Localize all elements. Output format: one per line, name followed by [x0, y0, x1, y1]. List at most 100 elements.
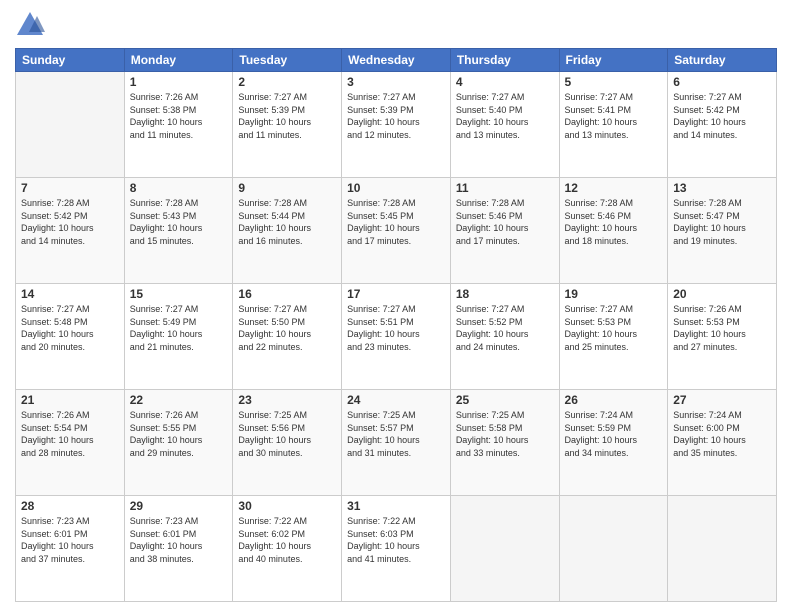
calendar-cell: 10Sunrise: 7:28 AM Sunset: 5:45 PM Dayli… — [342, 178, 451, 284]
day-info: Sunrise: 7:28 AM Sunset: 5:43 PM Dayligh… — [130, 197, 228, 247]
day-number: 3 — [347, 75, 445, 89]
logo-icon — [15, 10, 45, 40]
day-number: 17 — [347, 287, 445, 301]
day-info: Sunrise: 7:22 AM Sunset: 6:02 PM Dayligh… — [238, 515, 336, 565]
day-info: Sunrise: 7:23 AM Sunset: 6:01 PM Dayligh… — [130, 515, 228, 565]
calendar-cell: 27 Sunrise: 7:24 AM Sunset: 6:00 PM Dayli… — [668, 390, 777, 496]
weekday-header-friday: Friday — [559, 49, 668, 72]
calendar-cell: 30 Sunrise: 7:22 AM Sunset: 6:02 PM Dayli… — [233, 496, 342, 602]
calendar-cell: 26 Sunrise: 7:24 AM Sunset: 5:59 PM Dayli… — [559, 390, 668, 496]
calendar-cell — [559, 496, 668, 602]
calendar-cell: 25 Sunrise: 7:25 AM Sunset: 5:58 PM Dayli… — [450, 390, 559, 496]
day-number: 9 — [238, 181, 336, 195]
day-info: Sunrise: 7:27 AM Sunset: 5:39 PM Dayligh… — [238, 91, 336, 141]
day-info: Sunrise: 7:28 AM Sunset: 5:44 PM Dayligh… — [238, 197, 336, 247]
day-number: 1 — [130, 75, 228, 89]
day-info: Sunrise: 7:26 AM Sunset: 5:38 PM Dayligh… — [130, 91, 228, 141]
day-number: 7 — [21, 181, 119, 195]
weekday-header-saturday: Saturday — [668, 49, 777, 72]
weekday-header-thursday: Thursday — [450, 49, 559, 72]
day-info: Sunrise: 7:23 AM Sunset: 6:01 PM Dayligh… — [21, 515, 119, 565]
calendar-cell: 22Sunrise: 7:26 AM Sunset: 5:55 PM Dayli… — [124, 390, 233, 496]
day-number: 28 — [21, 499, 119, 513]
calendar-table: SundayMondayTuesdayWednesdayThursdayFrid… — [15, 48, 777, 602]
day-info: Sunrise: 7:24 AM Sunset: 5:59 PM Dayligh… — [565, 409, 663, 459]
day-info: Sunrise: 7:27 AM Sunset: 5:52 PM Dayligh… — [456, 303, 554, 353]
day-info: Sunrise: 7:27 AM Sunset: 5:50 PM Dayligh… — [238, 303, 336, 353]
day-number: 20 — [673, 287, 771, 301]
day-number: 18 — [456, 287, 554, 301]
day-info: Sunrise: 7:28 AM Sunset: 5:47 PM Dayligh… — [673, 197, 771, 247]
day-info: Sunrise: 7:27 AM Sunset: 5:53 PM Dayligh… — [565, 303, 663, 353]
day-info: Sunrise: 7:27 AM Sunset: 5:48 PM Dayligh… — [21, 303, 119, 353]
day-number: 15 — [130, 287, 228, 301]
day-number: 16 — [238, 287, 336, 301]
day-number: 14 — [21, 287, 119, 301]
day-info: Sunrise: 7:22 AM Sunset: 6:03 PM Dayligh… — [347, 515, 445, 565]
calendar-cell: 24 Sunrise: 7:25 AM Sunset: 5:57 PM Dayli… — [342, 390, 451, 496]
weekday-header-monday: Monday — [124, 49, 233, 72]
day-number: 23 — [238, 393, 336, 407]
calendar-cell: 12 Sunrise: 7:28 AM Sunset: 5:46 PM Dayli… — [559, 178, 668, 284]
day-info: Sunrise: 7:26 AM Sunset: 5:55 PM Dayligh… — [130, 409, 228, 459]
day-number: 21 — [21, 393, 119, 407]
calendar-cell: 18 Sunrise: 7:27 AM Sunset: 5:52 PM Dayli… — [450, 284, 559, 390]
calendar-cell: 7 Sunrise: 7:28 AM Sunset: 5:42 PM Daylig… — [16, 178, 125, 284]
day-info: Sunrise: 7:28 AM Sunset: 5:45 PM Dayligh… — [347, 197, 445, 247]
day-info: Sunrise: 7:25 AM Sunset: 5:56 PM Dayligh… — [238, 409, 336, 459]
calendar-cell: 6 Sunrise: 7:27 AM Sunset: 5:42 PM Daylig… — [668, 72, 777, 178]
calendar-cell: 3 Sunrise: 7:27 AM Sunset: 5:39 PM Daylig… — [342, 72, 451, 178]
calendar-cell: 21 Sunrise: 7:26 AM Sunset: 5:54 PM Dayli… — [16, 390, 125, 496]
calendar-cell: 16 Sunrise: 7:27 AM Sunset: 5:50 PM Dayli… — [233, 284, 342, 390]
calendar-cell: 13 Sunrise: 7:28 AM Sunset: 5:47 PM Dayli… — [668, 178, 777, 284]
day-info: Sunrise: 7:24 AM Sunset: 6:00 PM Dayligh… — [673, 409, 771, 459]
logo — [15, 10, 49, 40]
day-number: 12 — [565, 181, 663, 195]
day-info: Sunrise: 7:27 AM Sunset: 5:40 PM Dayligh… — [456, 91, 554, 141]
calendar-cell — [668, 496, 777, 602]
day-info: Sunrise: 7:25 AM Sunset: 5:57 PM Dayligh… — [347, 409, 445, 459]
day-info: Sunrise: 7:27 AM Sunset: 5:42 PM Dayligh… — [673, 91, 771, 141]
day-info: Sunrise: 7:25 AM Sunset: 5:58 PM Dayligh… — [456, 409, 554, 459]
day-info: Sunrise: 7:28 AM Sunset: 5:46 PM Dayligh… — [565, 197, 663, 247]
calendar-cell: 2Sunrise: 7:27 AM Sunset: 5:39 PM Daylig… — [233, 72, 342, 178]
day-number: 19 — [565, 287, 663, 301]
day-info: Sunrise: 7:27 AM Sunset: 5:49 PM Dayligh… — [130, 303, 228, 353]
calendar-cell: 14 Sunrise: 7:27 AM Sunset: 5:48 PM Dayli… — [16, 284, 125, 390]
day-number: 31 — [347, 499, 445, 513]
day-number: 24 — [347, 393, 445, 407]
day-number: 25 — [456, 393, 554, 407]
day-number: 29 — [130, 499, 228, 513]
calendar-cell: 23 Sunrise: 7:25 AM Sunset: 5:56 PM Dayli… — [233, 390, 342, 496]
day-number: 26 — [565, 393, 663, 407]
calendar-cell: 8 Sunrise: 7:28 AM Sunset: 5:43 PM Daylig… — [124, 178, 233, 284]
calendar-cell — [450, 496, 559, 602]
weekday-header-wednesday: Wednesday — [342, 49, 451, 72]
calendar-cell: 31 Sunrise: 7:22 AM Sunset: 6:03 PM Dayli… — [342, 496, 451, 602]
day-info: Sunrise: 7:27 AM Sunset: 5:51 PM Dayligh… — [347, 303, 445, 353]
calendar-cell: 9 Sunrise: 7:28 AM Sunset: 5:44 PM Daylig… — [233, 178, 342, 284]
page: SundayMondayTuesdayWednesdayThursdayFrid… — [0, 0, 792, 612]
day-number: 30 — [238, 499, 336, 513]
day-info: Sunrise: 7:28 AM Sunset: 5:42 PM Dayligh… — [21, 197, 119, 247]
day-number: 13 — [673, 181, 771, 195]
calendar-cell — [16, 72, 125, 178]
calendar-cell: 29 Sunrise: 7:23 AM Sunset: 6:01 PM Dayli… — [124, 496, 233, 602]
day-info: Sunrise: 7:26 AM Sunset: 5:54 PM Dayligh… — [21, 409, 119, 459]
calendar-cell: 17 Sunrise: 7:27 AM Sunset: 5:51 PM Dayli… — [342, 284, 451, 390]
calendar-cell: 28 Sunrise: 7:23 AM Sunset: 6:01 PM Dayli… — [16, 496, 125, 602]
day-info: Sunrise: 7:26 AM Sunset: 5:53 PM Dayligh… — [673, 303, 771, 353]
day-number: 27 — [673, 393, 771, 407]
day-number: 5 — [565, 75, 663, 89]
day-info: Sunrise: 7:27 AM Sunset: 5:39 PM Dayligh… — [347, 91, 445, 141]
calendar-cell: 15 Sunrise: 7:27 AM Sunset: 5:49 PM Dayli… — [124, 284, 233, 390]
day-info: Sunrise: 7:27 AM Sunset: 5:41 PM Dayligh… — [565, 91, 663, 141]
day-number: 11 — [456, 181, 554, 195]
day-info: Sunrise: 7:28 AM Sunset: 5:46 PM Dayligh… — [456, 197, 554, 247]
day-number: 6 — [673, 75, 771, 89]
calendar-cell: 11 Sunrise: 7:28 AM Sunset: 5:46 PM Dayli… — [450, 178, 559, 284]
day-number: 8 — [130, 181, 228, 195]
calendar-cell: 19 Sunrise: 7:27 AM Sunset: 5:53 PM Dayli… — [559, 284, 668, 390]
calendar-cell: 4Sunrise: 7:27 AM Sunset: 5:40 PM Daylig… — [450, 72, 559, 178]
weekday-header-sunday: Sunday — [16, 49, 125, 72]
